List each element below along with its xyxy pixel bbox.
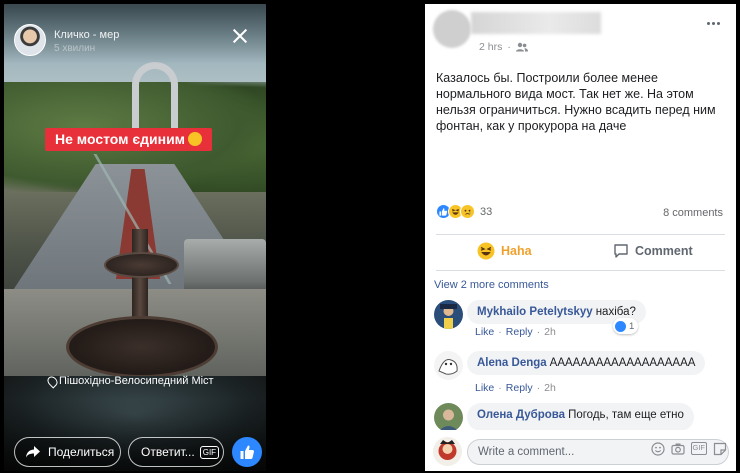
share-arrow-icon: [26, 446, 40, 458]
post-time[interactable]: 2 hrs: [479, 41, 502, 53]
comment-text: Погодь, там еще етно: [568, 409, 684, 421]
more-options-icon[interactable]: [707, 22, 720, 25]
comment-count-link[interactable]: 8 comments: [663, 207, 723, 219]
comment-like-link[interactable]: Like: [475, 326, 494, 338]
haha-icon: [477, 242, 495, 260]
friends-audience-icon[interactable]: [515, 42, 528, 52]
comment-reply-link[interactable]: Reply: [506, 382, 533, 394]
comment-text: нахіба?: [595, 306, 636, 318]
post-text: Казалось бы. Построили более менее норма…: [436, 71, 716, 133]
facebook-post: 2 hrs · Казалось бы. Построили более мен…: [425, 4, 736, 471]
share-button-label: Поделиться: [48, 445, 115, 459]
comment-bubble: Олена Дуброва Погодь, там еще етно: [467, 403, 694, 431]
commenter-name[interactable]: Олена Дуброва: [477, 409, 565, 421]
story-viewer: Кличко - мер 5 хвилин Не мостом єдиним П…: [4, 4, 266, 471]
post-meta: 2 hrs ·: [479, 41, 528, 53]
comment-actions: Like · Reply · 2h: [475, 382, 556, 394]
comment-like-link[interactable]: Like: [475, 382, 494, 394]
story-author-name[interactable]: Кличко - мер: [54, 29, 119, 41]
commenter-avatar[interactable]: [434, 300, 463, 329]
post-author-name-redacted: [471, 12, 601, 34]
emoji-icon[interactable]: [650, 442, 665, 456]
commenter-name[interactable]: Mykhailo Petelytskyy: [477, 306, 593, 318]
composer-icons: GIF: [650, 436, 728, 456]
like-reaction-button[interactable]: [232, 437, 262, 467]
comment-text: ААААААААААААААААААА: [549, 357, 696, 369]
comment-time[interactable]: 2h: [544, 326, 556, 338]
story-time: 5 хвилин: [54, 43, 96, 54]
separator: ·: [498, 382, 502, 394]
wink-emoji-icon: [188, 132, 203, 146]
camera-icon[interactable]: [670, 442, 685, 456]
close-icon[interactable]: [232, 28, 248, 44]
gif-icon[interactable]: GIF: [199, 445, 220, 459]
commenter-avatar[interactable]: [434, 403, 463, 432]
commenter-name[interactable]: Alena Denga: [477, 357, 547, 369]
sticker-icon[interactable]: [713, 442, 727, 456]
separator: ·: [498, 326, 502, 338]
comment-actions: Like · Reply · 2h: [475, 326, 556, 338]
haha-action-button[interactable]: Haha: [477, 238, 532, 264]
story-caption: Не мостом єдиним: [45, 128, 213, 151]
dot-separator: ·: [507, 41, 511, 53]
thumbs-up-icon: [240, 445, 254, 459]
story-author-avatar[interactable]: [14, 24, 46, 56]
story-fountain-bowl: [66, 316, 218, 378]
comment-time[interactable]: 2h: [544, 382, 556, 394]
story-location[interactable]: Пішохідно-Велосипедний Міст: [45, 373, 214, 389]
comment-icon: [614, 244, 628, 258]
comment-reaction-number: 1: [629, 320, 635, 332]
post-author-avatar[interactable]: [433, 10, 471, 48]
divider: [436, 270, 725, 271]
like-reaction-icon: [615, 320, 626, 332]
comment-action-label: Comment: [635, 244, 693, 258]
comment-reply-link[interactable]: Reply: [506, 326, 533, 338]
screen: Кличко - мер 5 хвилин Не мостом єдиним П…: [0, 0, 740, 473]
current-user-avatar[interactable]: [433, 437, 462, 466]
comment-bubble: Alena Denga ААААААААААААААААААА: [467, 351, 706, 375]
share-button[interactable]: Поделиться: [14, 437, 121, 467]
comment-action-button[interactable]: Comment: [613, 238, 693, 264]
haha-action-label: Haha: [501, 244, 532, 258]
comment-composer: Write a comment... GIF: [425, 430, 736, 471]
reply-placeholder: Ответит...: [141, 445, 195, 459]
sad-reaction-icon: [460, 204, 475, 219]
story-fountain-top: [104, 252, 179, 278]
story-location-text: Пішохідно-Велосипедний Міст: [59, 375, 214, 387]
gif-icon[interactable]: GIF: [690, 442, 707, 455]
location-pin-icon: [45, 373, 60, 389]
view-more-comments-link[interactable]: View 2 more comments: [434, 279, 549, 291]
comment-reaction-count[interactable]: 1: [613, 318, 639, 334]
divider: [436, 234, 725, 235]
reaction-count: 33: [480, 205, 493, 218]
separator: ·: [536, 326, 541, 338]
commenter-avatar[interactable]: [434, 351, 463, 380]
separator: ·: [536, 382, 541, 394]
story-reply-input[interactable]: Ответит... GIF: [128, 437, 224, 467]
reaction-summary[interactable]: 33: [436, 204, 492, 219]
story-caption-text: Не мостом єдиним: [55, 131, 186, 147]
